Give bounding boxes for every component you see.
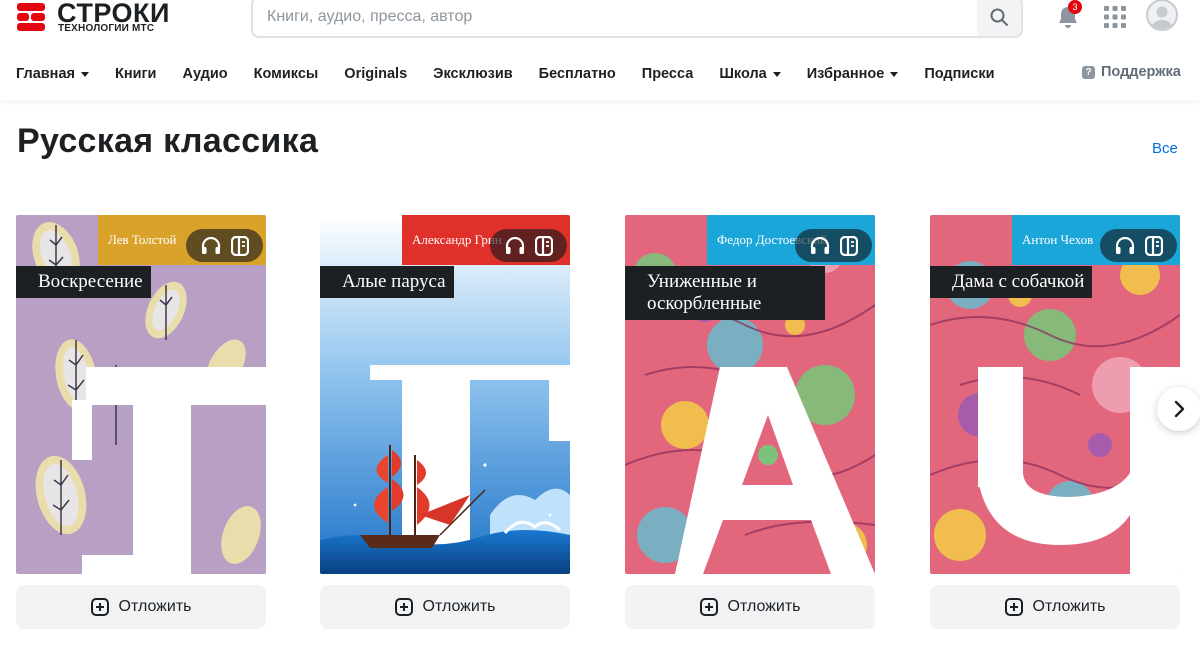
book-card: Лев Толстой Воскресение Отложить — [16, 215, 266, 629]
nav-item-home[interactable]: Главная — [16, 64, 89, 84]
apps-grid-icon[interactable] — [1104, 6, 1126, 28]
nav-item-school[interactable]: Школа — [719, 64, 781, 84]
book-icon — [839, 235, 858, 256]
book-card: Александр Грин Алые паруса Отложить — [320, 215, 570, 629]
format-badges — [490, 229, 567, 262]
headphones-icon — [1115, 236, 1134, 254]
nav-item-label: Комиксы — [253, 66, 319, 82]
plus-square-icon — [1004, 598, 1023, 616]
logo[interactable]: СТРОКИ ТЕХНОЛОГИИ МТС — [17, 0, 187, 36]
main-nav: Главная Книги Аудио Комиксы Originals Эк… — [16, 64, 1021, 84]
caret-down-icon — [80, 71, 89, 77]
nav-item-label: Главная — [16, 66, 75, 82]
plus-square-icon — [699, 598, 718, 616]
headphones-icon — [810, 236, 829, 254]
format-badges — [186, 229, 263, 262]
book-card: Антон Чехов Дама с собачкой Отложить — [930, 215, 1180, 629]
book-icon — [534, 235, 553, 256]
see-all-link[interactable]: Все — [1152, 140, 1178, 157]
cover-title: Алые паруса — [320, 266, 454, 298]
support-label: Поддержка — [1101, 64, 1181, 80]
defer-button[interactable]: Отложить — [16, 585, 266, 629]
notification-badge: 3 — [1068, 0, 1082, 14]
caret-down-icon — [772, 71, 781, 77]
format-badges — [1100, 229, 1177, 262]
nav-item-comics[interactable]: Комиксы — [254, 64, 319, 84]
book-cover[interactable]: Лев Толстой Воскресение — [16, 215, 266, 574]
user-icon — [1151, 6, 1173, 29]
nav-item-label: Originals — [344, 66, 408, 82]
question-icon: ? — [1082, 65, 1095, 79]
cover-title: Униженные и оскорбленные — [625, 266, 825, 320]
nav-item-label: Бесплатно — [538, 66, 616, 82]
plus-square-icon — [394, 598, 413, 616]
headphones-icon — [201, 236, 220, 254]
defer-button[interactable]: Отложить — [320, 585, 570, 629]
book-cover[interactable]: Антон Чехов Дама с собачкой — [930, 215, 1180, 574]
nav-item-label: Избранное — [806, 66, 885, 82]
nav-item-label: Аудио — [182, 66, 228, 82]
search-button[interactable] — [977, 0, 1021, 36]
defer-button-label: Отложить — [727, 598, 801, 615]
defer-button-label: Отложить — [1032, 598, 1106, 615]
section-title: Русская классика — [17, 122, 319, 160]
book-cover[interactable]: Федор Достоевский Униженные и оскорбленн… — [625, 215, 875, 574]
nav-item-audio[interactable]: Аудио — [182, 64, 227, 84]
nav-item-label: Книги — [114, 66, 157, 82]
nav-item-label: Эксклюзив — [433, 66, 513, 82]
nav-item-label: Подписки — [924, 66, 995, 82]
defer-button[interactable]: Отложить — [625, 585, 875, 629]
nav-item-press[interactable]: Пресса — [642, 64, 694, 84]
chevron-right-icon — [1174, 400, 1185, 418]
book-cover[interactable]: Александр Грин Алые паруса — [320, 215, 570, 574]
carousel-next-button[interactable] — [1157, 387, 1200, 431]
avatar[interactable] — [1146, 0, 1178, 31]
headphones-icon — [505, 236, 524, 254]
search-icon — [990, 8, 1008, 26]
nav-item-books[interactable]: Книги — [115, 64, 156, 84]
search-input[interactable] — [267, 0, 967, 36]
search-box — [251, 0, 1023, 38]
book-card: Федор Достоевский Униженные и оскорбленн… — [625, 215, 875, 629]
site-header: СТРОКИ ТЕХНОЛОГИИ МТС 3 Главная Книги — [0, 0, 1200, 100]
defer-button[interactable]: Отложить — [930, 585, 1180, 629]
defer-button-label: Отложить — [118, 598, 192, 615]
format-badges — [795, 229, 872, 262]
defer-button-label: Отложить — [422, 598, 496, 615]
cover-title: Дама с собачкой — [930, 266, 1093, 298]
cover-title: Воскресение — [16, 266, 151, 298]
plus-square-icon — [90, 598, 109, 616]
nav-item-exclusive[interactable]: Эксклюзив — [433, 64, 513, 84]
book-icon — [1144, 235, 1163, 256]
nav-item-favorites[interactable]: Избранное — [807, 64, 899, 84]
support-link[interactable]: ? Поддержка — [1082, 64, 1181, 80]
nav-item-subscriptions[interactable]: Подписки — [924, 64, 994, 84]
nav-item-label: Пресса — [641, 66, 694, 82]
caret-down-icon — [890, 71, 899, 77]
nav-item-label: Школа — [719, 66, 767, 82]
logo-subtitle: ТЕХНОЛОГИИ МТС — [58, 23, 155, 34]
nav-item-originals[interactable]: Originals — [344, 64, 407, 84]
nav-item-free[interactable]: Бесплатно — [539, 64, 616, 84]
logo-mark-icon — [17, 3, 45, 31]
book-icon — [230, 235, 249, 256]
